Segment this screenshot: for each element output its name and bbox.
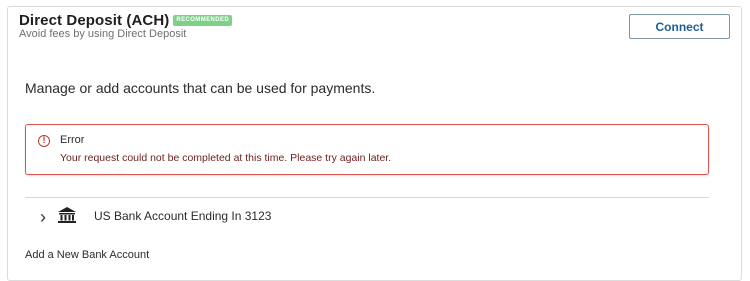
title-row: Direct Deposit (ACH) RECOMMENDED <box>19 12 233 29</box>
card-subtitle: Avoid fees by using Direct Deposit <box>19 28 187 40</box>
connect-button[interactable]: Connect <box>629 14 730 39</box>
bank-icon <box>58 207 76 223</box>
card-title: Direct Deposit (ACH) <box>19 12 170 29</box>
divider <box>25 197 709 198</box>
alert-circle-icon: ! <box>38 135 50 147</box>
error-message: Your request could not be completed at t… <box>60 152 392 164</box>
recommended-badge: RECOMMENDED <box>173 15 233 26</box>
bank-account-item[interactable]: US Bank Account Ending In 3123 <box>94 209 271 223</box>
add-bank-account-link[interactable]: Add a New Bank Account <box>25 249 149 261</box>
error-title: Error <box>60 134 85 146</box>
chevron-right-icon[interactable]: › <box>40 208 46 226</box>
manage-accounts-text: Manage or add accounts that can be used … <box>25 80 376 96</box>
error-alert: ! Error Your request could not be comple… <box>25 124 709 175</box>
